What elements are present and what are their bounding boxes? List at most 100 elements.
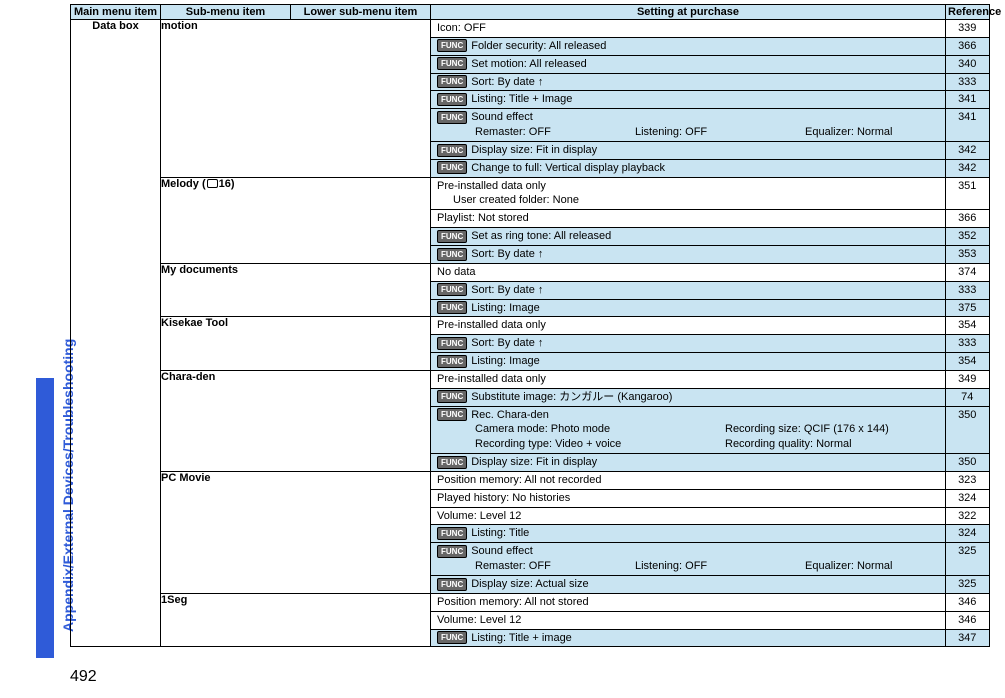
table-row: PC MoviePosition memory: All not recorde… bbox=[71, 471, 990, 489]
setting-ref-wrap: FUNCDisplay size: Fit in display342 bbox=[431, 141, 990, 159]
setting-ref-wrap: FUNCSort: By date ↑333 bbox=[431, 335, 990, 353]
setting-ref-wrap: FUNCListing: Image375 bbox=[431, 299, 990, 317]
setting-ref-wrap: FUNCSet motion: All released340 bbox=[431, 55, 990, 73]
setting-ref-wrap: Played history: No histories324 bbox=[431, 489, 990, 507]
setting-ref-wrap: FUNCListing: Image354 bbox=[431, 353, 990, 371]
sub-menu-cell: PC Movie bbox=[161, 471, 431, 593]
setting-row: Volume: Level 12346 bbox=[431, 612, 989, 629]
setting-ref-wrap: FUNCDisplay size: Actual size325 bbox=[431, 576, 990, 594]
setting-ref-wrap: FUNCSound effectRemaster: OFFListening: … bbox=[431, 109, 990, 142]
reference-cell: 350 bbox=[945, 454, 989, 471]
setting-cell: FUNCSort: By date ↑ bbox=[431, 282, 945, 299]
main-menu-cell: Data box bbox=[71, 20, 161, 647]
col-sub: Sub-menu item bbox=[161, 5, 291, 20]
reference-cell: 366 bbox=[945, 38, 989, 55]
reference-cell: 333 bbox=[945, 74, 989, 91]
setting-cell: FUNCDisplay size: Fit in display bbox=[431, 142, 945, 159]
setting-cell: FUNCRec. Chara-denCamera mode: Photo mod… bbox=[431, 407, 945, 454]
sub-menu-cell: Kisekae Tool bbox=[161, 317, 431, 371]
setting-row: FUNCSort: By date ↑333 bbox=[431, 282, 989, 299]
setting-row: FUNCSound effectRemaster: OFFListening: … bbox=[431, 109, 989, 141]
side-tab-container: Appendix/External Devices/Troubleshootin… bbox=[18, 0, 54, 660]
reference-cell: 346 bbox=[945, 612, 989, 629]
reference-cell: 74 bbox=[945, 389, 989, 406]
setting-cell: Icon: OFF bbox=[431, 20, 945, 37]
reference-cell: 340 bbox=[945, 56, 989, 73]
side-tab bbox=[36, 378, 54, 658]
func-badge-icon: FUNC bbox=[437, 527, 467, 540]
setting-cell: FUNCListing: Image bbox=[431, 300, 945, 317]
setting-ref-wrap: Volume: Level 12322 bbox=[431, 507, 990, 525]
setting-cell: FUNCSet motion: All released bbox=[431, 56, 945, 73]
func-badge-icon: FUNC bbox=[437, 456, 467, 469]
setting-row: FUNCListing: Title + Image341 bbox=[431, 91, 989, 108]
page: Appendix/External Devices/Troubleshootin… bbox=[0, 0, 1005, 698]
setting-row: FUNCSound effectRemaster: OFFListening: … bbox=[431, 543, 989, 575]
func-badge-icon: FUNC bbox=[437, 390, 467, 403]
setting-row: FUNCSet as ring tone: All released352 bbox=[431, 228, 989, 245]
setting-cell: Played history: No histories bbox=[431, 490, 945, 507]
func-badge-icon: FUNC bbox=[437, 337, 467, 350]
reference-cell: 342 bbox=[945, 160, 989, 177]
setting-row: Pre-installed data only354 bbox=[431, 317, 989, 334]
reference-cell: 324 bbox=[945, 525, 989, 542]
setting-row: FUNCDisplay size: Fit in display342 bbox=[431, 142, 989, 159]
setting-row: FUNCSort: By date ↑353 bbox=[431, 246, 989, 263]
setting-cell: FUNCFolder security: All released bbox=[431, 38, 945, 55]
reference-cell: 323 bbox=[945, 472, 989, 489]
setting-cell: FUNCListing: Title bbox=[431, 525, 945, 542]
func-badge-icon: FUNC bbox=[437, 161, 467, 174]
setting-ref-wrap: FUNCSort: By date ↑353 bbox=[431, 245, 990, 263]
reference-cell: 346 bbox=[945, 594, 989, 611]
setting-ref-wrap: Pre-installed data only354 bbox=[431, 317, 990, 335]
reference-cell: 354 bbox=[945, 317, 989, 334]
setting-ref-wrap: Icon: OFF339 bbox=[431, 20, 990, 38]
setting-cell: FUNCSort: By date ↑ bbox=[431, 74, 945, 91]
setting-ref-wrap: FUNCFolder security: All released366 bbox=[431, 37, 990, 55]
sub-menu-cell: Chara-den bbox=[161, 370, 431, 471]
func-badge-icon: FUNC bbox=[437, 39, 467, 52]
setting-row: Position memory: All not stored346 bbox=[431, 594, 989, 611]
reference-cell: 342 bbox=[945, 142, 989, 159]
func-badge-icon: FUNC bbox=[437, 408, 467, 421]
sub-menu-cell: motion bbox=[161, 20, 431, 178]
setting-row: Position memory: All not recorded323 bbox=[431, 472, 989, 489]
setting-row: Volume: Level 12322 bbox=[431, 508, 989, 525]
content-area: Main menu item Sub-menu item Lower sub-m… bbox=[70, 4, 990, 647]
func-badge-icon: FUNC bbox=[437, 111, 467, 124]
setting-subline: User created folder: None bbox=[437, 193, 941, 208]
setting-row: No data374 bbox=[431, 264, 989, 281]
setting-row: FUNCListing: Image354 bbox=[431, 353, 989, 370]
reference-cell: 354 bbox=[945, 353, 989, 370]
reference-cell: 325 bbox=[945, 543, 989, 575]
setting-row: FUNCSort: By date ↑333 bbox=[431, 74, 989, 91]
setting-cell: FUNCListing: Title + image bbox=[431, 630, 945, 647]
setting-row: Played history: No histories324 bbox=[431, 490, 989, 507]
reference-cell: 347 bbox=[945, 630, 989, 647]
setting-cell: FUNCListing: Image bbox=[431, 353, 945, 370]
func-badge-icon: FUNC bbox=[437, 144, 467, 157]
func-badge-icon: FUNC bbox=[437, 230, 467, 243]
page-number: 492 bbox=[70, 668, 97, 686]
setting-row: Pre-installed data only349 bbox=[431, 371, 989, 388]
setting-ref-wrap: FUNCRec. Chara-denCamera mode: Photo mod… bbox=[431, 406, 990, 454]
func-badge-icon: FUNC bbox=[437, 283, 467, 296]
setting-row: FUNCSubstitute image: カンガルー (Kangaroo)74 bbox=[431, 389, 989, 406]
setting-ref-wrap: Pre-installed data only349 bbox=[431, 370, 990, 388]
table-row: Kisekae ToolPre-installed data only354 bbox=[71, 317, 990, 335]
setting-cell: Pre-installed data only bbox=[431, 317, 945, 334]
setting-subline: Remaster: OFFListening: OFFEqualizer: No… bbox=[437, 125, 941, 140]
reference-cell: 349 bbox=[945, 371, 989, 388]
func-badge-icon: FUNC bbox=[437, 75, 467, 88]
reference-cell: 325 bbox=[945, 576, 989, 593]
func-badge-icon: FUNC bbox=[437, 301, 467, 314]
settings-table: Main menu item Sub-menu item Lower sub-m… bbox=[70, 4, 990, 647]
setting-cell: FUNCListing: Title + Image bbox=[431, 91, 945, 108]
setting-ref-wrap: FUNCSound effectRemaster: OFFListening: … bbox=[431, 543, 990, 576]
reference-cell: 375 bbox=[945, 300, 989, 317]
reference-cell: 339 bbox=[945, 20, 989, 37]
setting-ref-wrap: FUNCSort: By date ↑333 bbox=[431, 281, 990, 299]
setting-cell: FUNCChange to full: Vertical display pla… bbox=[431, 160, 945, 177]
reference-cell: 353 bbox=[945, 246, 989, 263]
setting-row: FUNCSort: By date ↑333 bbox=[431, 335, 989, 352]
